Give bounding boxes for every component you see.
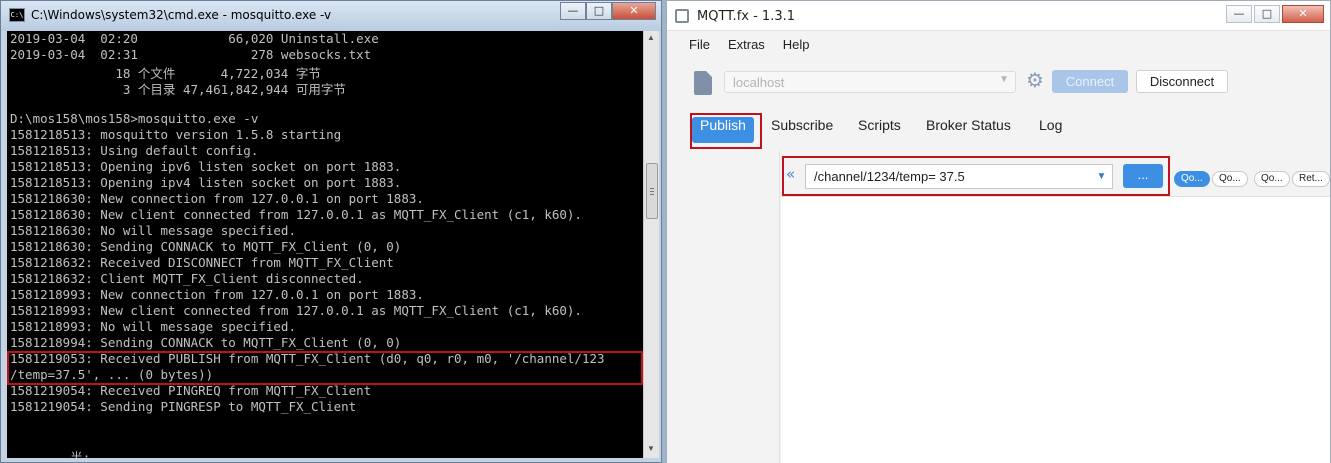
- mqttfx-minimize-button[interactable]: —: [1226, 5, 1252, 23]
- cmd-titlebar[interactable]: C:\ C:\Windows\system32\cmd.exe - mosqui…: [1, 1, 661, 31]
- console-line: 2019-03-04 02:20 66,020 Uninstall.exe: [10, 31, 379, 46]
- qos0-button[interactable]: Qo...: [1174, 171, 1210, 187]
- console-line: 1581219054: Received PINGREQ from MQTT_F…: [10, 383, 372, 398]
- topic-highlight: [782, 156, 1170, 196]
- cmd-maximize-button[interactable]: □: [586, 2, 612, 20]
- retain-button[interactable]: Ret...: [1292, 171, 1330, 187]
- scrollbar-thumb[interactable]: [646, 163, 658, 219]
- console-line: 半:: [10, 450, 91, 458]
- connect-button[interactable]: Connect: [1052, 70, 1128, 93]
- console-line: 1581218630: Sending CONNACK to MQTT_FX_C…: [10, 239, 402, 254]
- qos2-button[interactable]: Qo...: [1254, 171, 1290, 187]
- main-tabs: Publish Subscribe Scripts Broker Status …: [667, 103, 1330, 151]
- connection-toolbar: localhost ▼ ⚙ Connect Disconnect: [667, 59, 1330, 103]
- gear-icon[interactable]: ⚙: [1026, 70, 1044, 92]
- cmd-window: C:\ C:\Windows\system32\cmd.exe - mosqui…: [0, 0, 662, 463]
- console-line: 1581218993: New client connected from 12…: [10, 303, 582, 318]
- menu-file[interactable]: File: [689, 31, 710, 59]
- mqttfx-titlebar[interactable]: MQTT.fx - 1.3.1 — □ ✕: [667, 1, 1330, 31]
- console-line: 1581218993: No will message specified.: [10, 319, 296, 334]
- message-payload-area[interactable]: [781, 196, 1330, 463]
- console-line: 18 个文件 4,722,034 字节: [10, 66, 321, 81]
- publish-log-highlight: [7, 351, 643, 385]
- tab-subscribe[interactable]: Subscribe: [771, 117, 833, 143]
- console-line: 1581218630: No will message specified.: [10, 223, 296, 238]
- console-line: 1581218513: Opening ipv4 listen socket o…: [10, 175, 402, 190]
- cmd-close-button[interactable]: ✕: [612, 2, 656, 20]
- console-line: D:\mos158\mos158>mosquitto.exe -v: [10, 111, 259, 126]
- publish-panel: « /channel/1234/temp= 37.5 ▼ ... Qo... Q…: [667, 151, 1330, 463]
- menu-extras[interactable]: Extras: [728, 31, 765, 59]
- broker-profile-select[interactable]: localhost ▼: [724, 71, 1016, 93]
- tab-broker-status[interactable]: Broker Status: [926, 117, 1011, 143]
- mqttfx-close-button[interactable]: ✕: [1282, 5, 1324, 23]
- menu-bar: File Extras Help: [667, 31, 1330, 59]
- console-line: 1581218513: Opening ipv6 listen socket o…: [10, 159, 402, 174]
- console-line: 1581218994: Sending CONNACK to MQTT_FX_C…: [10, 335, 402, 350]
- console-line: 1581218630: New client connected from 12…: [10, 207, 582, 222]
- qos1-button[interactable]: Qo...: [1212, 171, 1248, 187]
- console-line: 3 个目录 47,461,842,944 可用字节: [10, 82, 346, 97]
- publish-topic-row: « /channel/1234/temp= 37.5 ▼ ... Qo... Q…: [781, 155, 1330, 196]
- cmd-app-icon: C:\: [9, 8, 25, 22]
- chevron-down-icon: ▼: [999, 74, 1009, 85]
- console-lines: 2019-03-04 02:20 66,020 Uninstall.exe 201…: [10, 31, 605, 458]
- mqttfx-window: MQTT.fx - 1.3.1 — □ ✕ File Extras Help l…: [666, 0, 1331, 463]
- console-line: 1581218632: Client MQTT_FX_Client discon…: [10, 271, 364, 286]
- panel-divider: [779, 151, 780, 463]
- cmd-window-title: C:\Windows\system32\cmd.exe - mosquitto.…: [31, 8, 332, 22]
- console-line: 1581218630: New connection from 127.0.0.…: [10, 191, 424, 206]
- console-output[interactable]: 2019-03-04 02:20 66,020 Uninstall.exe 201…: [7, 31, 643, 458]
- tab-log[interactable]: Log: [1039, 117, 1062, 143]
- menu-help[interactable]: Help: [783, 31, 810, 59]
- tab-scripts[interactable]: Scripts: [858, 117, 901, 143]
- console-line: 1581218632: Received DISCONNECT from MQT…: [10, 255, 394, 270]
- console-line: 1581218513: mosquitto version 1.5.8 star…: [10, 127, 342, 142]
- console-line: 2019-03-04 02:31 278 websocks.txt: [10, 47, 372, 62]
- broker-profile-value: localhost: [733, 75, 785, 90]
- console-line: 1581219054: Sending PINGRESP to MQTT_FX_…: [10, 399, 357, 414]
- publish-tab-highlight: [690, 113, 762, 149]
- mqttfx-maximize-button[interactable]: □: [1254, 5, 1280, 23]
- mqttfx-app-icon: [675, 9, 689, 23]
- cmd-minimize-button[interactable]: —: [560, 2, 586, 20]
- scroll-up-arrow-icon[interactable]: ▲: [647, 33, 655, 42]
- mqttfx-window-title: MQTT.fx - 1.3.1: [697, 9, 795, 24]
- console-line: 1581218513: Using default config.: [10, 143, 259, 158]
- console-scrollbar[interactable]: ▲ ▼: [643, 31, 659, 458]
- disconnect-button[interactable]: Disconnect: [1136, 70, 1228, 93]
- console-line: 1581218993: New connection from 127.0.0.…: [10, 287, 424, 302]
- scroll-down-arrow-icon[interactable]: ▼: [647, 444, 655, 453]
- connection-profile-icon[interactable]: [694, 71, 712, 95]
